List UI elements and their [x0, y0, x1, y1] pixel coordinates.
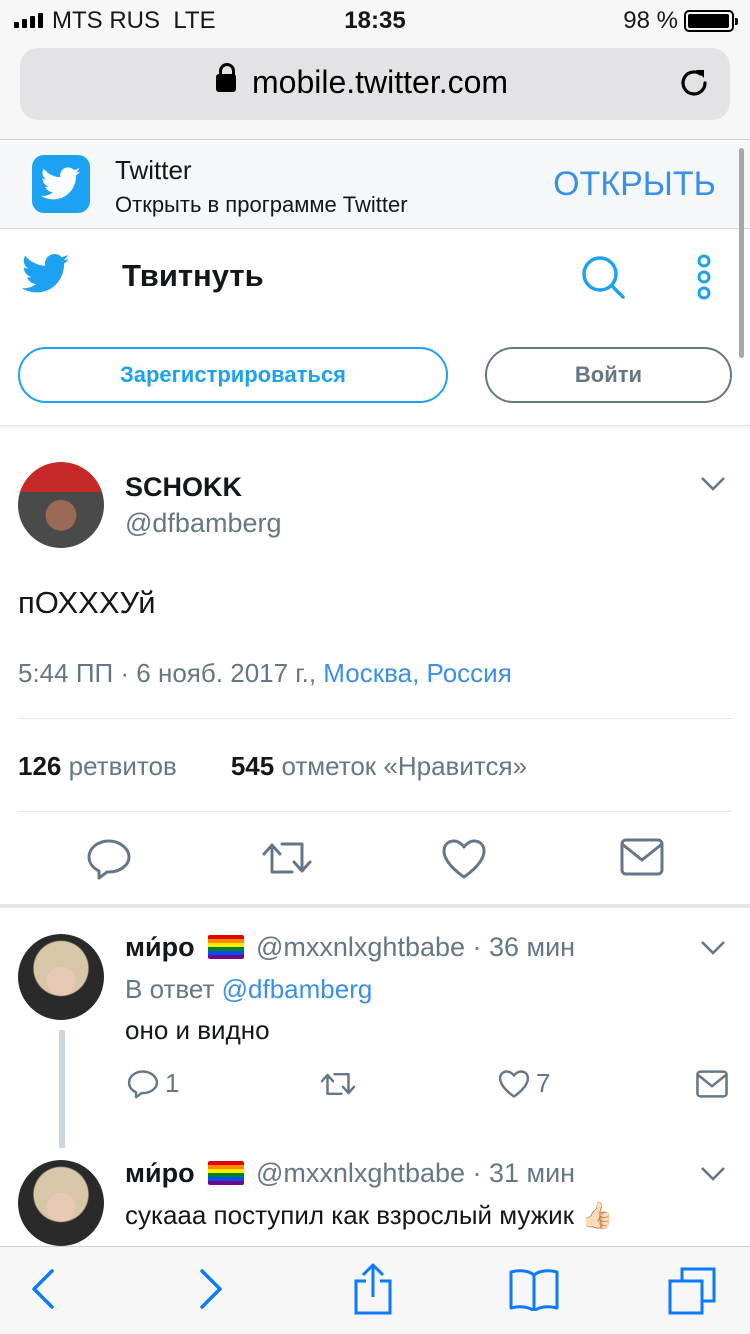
chevron-down-icon[interactable] — [700, 476, 726, 492]
tweet-author-name[interactable]: SCHOKK — [125, 472, 242, 503]
like-action[interactable]: 7 — [498, 1068, 550, 1099]
site-header: Твитнуть Зарегистрироваться Войти — [0, 230, 750, 426]
reply-context: В ответ @dfbamberg — [125, 974, 372, 1005]
avatar[interactable] — [18, 934, 104, 1020]
browser-toolbar — [0, 1246, 750, 1334]
avatar[interactable] — [18, 1160, 104, 1246]
reload-icon[interactable] — [676, 65, 712, 101]
battery-icon — [684, 10, 738, 32]
chevron-down-icon[interactable] — [700, 940, 726, 956]
like-label[interactable]: отметок «Нравится» — [281, 751, 527, 781]
chevron-down-icon[interactable] — [700, 1166, 726, 1182]
divider — [18, 718, 732, 719]
status-bar: MTS RUS LTE 18:35 98 % — [0, 0, 750, 40]
address-bar[interactable]: mobile.twitter.com — [20, 48, 730, 120]
tweet-location[interactable]: Москва, Россия — [323, 658, 511, 688]
more-dots-icon[interactable] — [693, 254, 715, 300]
back-icon[interactable] — [30, 1267, 56, 1311]
share-icon[interactable] — [352, 1263, 394, 1315]
retweet-icon[interactable] — [260, 838, 314, 878]
twitter-app-icon — [32, 155, 90, 213]
message-action[interactable] — [696, 1070, 728, 1098]
bookmarks-icon[interactable] — [508, 1267, 560, 1311]
twitter-bird-icon[interactable] — [22, 254, 70, 294]
reply-to-link[interactable]: @dfbamberg — [222, 974, 373, 1004]
reply-author-name[interactable]: ми́ро — [125, 932, 195, 963]
app-banner: Twitter Открыть в программе Twitter ОТКР… — [0, 141, 750, 229]
banner-subtitle: Открыть в программе Twitter — [115, 192, 408, 217]
message-icon[interactable] — [620, 838, 664, 876]
open-app-button[interactable]: ОТКРЫТЬ — [553, 165, 716, 204]
lock-icon — [216, 63, 236, 92]
reply-icon[interactable] — [127, 1069, 159, 1099]
tweet-text: пОХХХУй — [18, 585, 156, 620]
retweet-count[interactable]: 126 — [18, 751, 61, 781]
reply-author-handle[interactable]: @mxxnlxghtbabe · 36 мин — [256, 932, 575, 963]
like-icon[interactable] — [498, 1069, 530, 1099]
tweet-timestamp[interactable]: 5:44 ПП · 6 нояб. 2017 г., — [18, 658, 316, 688]
tweet-author-handle[interactable]: @dfbamberg — [125, 508, 282, 539]
thread-line — [59, 1030, 65, 1148]
reply-text: оно и видно — [125, 1015, 270, 1045]
reply-author-name[interactable]: ми́ро — [125, 1158, 195, 1189]
tweet-stats: 126 ретвитов 545 отметок «Нравится» — [18, 751, 527, 782]
rainbow-flag-emoji — [208, 935, 244, 959]
page-title: Твитнуть — [122, 258, 264, 293]
retweet-label[interactable]: ретвитов — [69, 751, 177, 781]
retweet-icon[interactable] — [318, 1070, 358, 1098]
divider — [18, 811, 732, 812]
forward-icon[interactable] — [198, 1267, 224, 1311]
message-icon[interactable] — [696, 1070, 728, 1098]
login-button[interactable]: Войти — [485, 347, 732, 403]
url-text: mobile.twitter.com — [252, 64, 509, 100]
tabs-icon[interactable] — [668, 1267, 718, 1315]
reply-prefix: В ответ — [125, 974, 215, 1004]
reply-icon[interactable] — [86, 838, 132, 880]
reply-author-handle[interactable]: @mxxnlxghtbabe · 31 мин — [256, 1158, 575, 1189]
like-count[interactable]: 545 — [231, 751, 274, 781]
browser-chrome: mobile.twitter.com — [0, 40, 750, 140]
tweet-meta: 5:44 ПП · 6 нояб. 2017 г., Москва, Росси… — [18, 658, 512, 689]
section-divider — [0, 904, 750, 908]
avatar[interactable] — [18, 462, 104, 548]
battery-percent: 98 % — [623, 7, 678, 34]
reply-count: 1 — [165, 1068, 180, 1098]
signup-button[interactable]: Зарегистрироваться — [18, 347, 448, 403]
like-icon[interactable] — [441, 838, 487, 880]
like-count: 7 — [536, 1068, 551, 1098]
rainbow-flag-emoji — [208, 1161, 244, 1185]
reply-text: сукааа поступил как взрослый мужик 👍🏻 — [125, 1200, 614, 1230]
reply-action[interactable]: 1 — [127, 1068, 179, 1099]
search-icon[interactable] — [580, 254, 626, 300]
retweet-action[interactable] — [318, 1070, 358, 1098]
banner-app-name: Twitter — [115, 155, 192, 185]
